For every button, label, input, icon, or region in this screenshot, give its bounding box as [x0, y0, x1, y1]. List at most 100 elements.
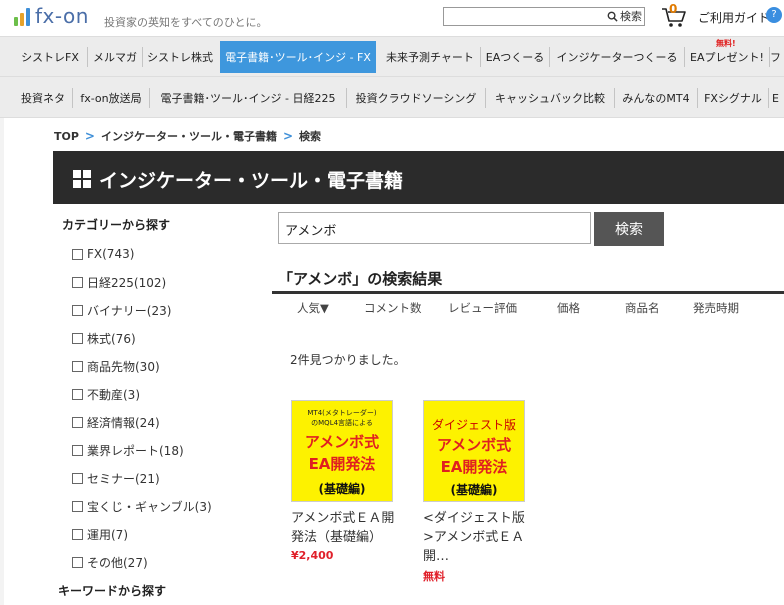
checkbox[interactable] [72, 500, 83, 512]
category-label: FX(743) [87, 247, 135, 261]
breadcrumb: TOP > インジケーター・ツール・電子書籍 > 検索 [54, 128, 321, 144]
cover-text: MT4(メタトレーダー) [307, 409, 377, 417]
category-item[interactable]: 日経225(102) [72, 268, 262, 296]
cover-title: EA開発法 [440, 458, 508, 476]
search-icon [607, 11, 618, 22]
header-search-button[interactable]: 検索 [607, 9, 642, 24]
checkbox[interactable] [72, 304, 83, 316]
product-cover[interactable]: ダイジェスト版 アメンボ式 EA開発法 (基礎編) [423, 400, 525, 502]
category-label: 宝くじ・ギャンブル(3) [87, 499, 212, 514]
category-item[interactable]: バイナリー(23) [72, 296, 262, 324]
product-name[interactable]: アメンボ式ＥＡ開発法（基礎編） [291, 509, 395, 547]
keyword-search-button[interactable]: 検索 [594, 212, 664, 246]
category-label: バイナリー(23) [87, 303, 172, 318]
cover-title: アメンボ式 [304, 433, 380, 451]
product-price: ¥2,400 [291, 549, 334, 562]
cover-text: のMQL4言語による [311, 419, 373, 427]
category-item[interactable]: 宝くじ・ギャンブル(3) [72, 492, 262, 520]
cover-title: アメンボ式 [436, 436, 512, 454]
category-label: その他(27) [87, 555, 148, 570]
category-item[interactable]: 経済情報(24) [72, 408, 262, 436]
chevron-right-icon: > [84, 129, 95, 143]
site-header: fx-on 投資家の英知をすべてのひとに。 検索 0 ご利用ガイド ? [0, 0, 784, 36]
nav-ea-tsukuru[interactable]: EAつくーる [481, 41, 549, 73]
cover-text: ダイジェスト版 [431, 418, 516, 432]
left-edge-strip [0, 118, 4, 605]
nav-systrade-fx[interactable]: シストレFX [14, 41, 86, 73]
secondary-nav: 投資ネタ fx-on放送局 電子書籍･ツール･インジ - 日経225 投資クラウ… [0, 76, 784, 118]
keyword-heading: キーワードから探す [58, 584, 167, 598]
category-label: 日経225(102) [87, 275, 167, 290]
category-item[interactable]: 商品先物(30) [72, 352, 262, 380]
category-label: 不動産(3) [87, 387, 140, 402]
keyword-search-input[interactable]: アメンボ [278, 212, 591, 244]
checkbox[interactable] [72, 528, 83, 540]
cart-count: 0 [669, 2, 678, 16]
category-item[interactable]: 不動産(3) [72, 380, 262, 408]
page-title-bar: インジケーター・ツール・電子書籍 [53, 151, 784, 204]
nav-toushi-neta[interactable]: 投資ネタ [14, 82, 72, 114]
nav-crowdsourcing[interactable]: 投資クラウドソーシング [347, 82, 485, 114]
page-title: インジケーター・ツール・電子書籍 [99, 170, 404, 192]
product-card[interactable]: ダイジェスト版 アメンボ式 EA開発法 (基礎編) <ダイジェスト版>アメンボ式… [423, 400, 533, 584]
site-logo[interactable]: fx-on [14, 6, 89, 26]
category-label: 商品先物(30) [87, 359, 160, 374]
help-icon[interactable]: ? [766, 7, 782, 23]
checkbox[interactable] [72, 332, 83, 344]
grid-icon [73, 170, 91, 188]
checkbox[interactable] [72, 472, 83, 484]
product-name[interactable]: <ダイジェスト版>アメンボ式ＥＡ開… [423, 509, 527, 566]
header-search-input[interactable]: 検索 [443, 7, 645, 26]
nav-systrade-stock[interactable]: シストレ株式 [143, 41, 217, 73]
checkbox[interactable] [72, 444, 83, 456]
cover-subtitle: (基礎編) [450, 483, 498, 497]
primary-nav: シストレFX メルマガ シストレ株式 電子書籍･ツール･インジ - FX 未来予… [0, 36, 784, 76]
guide-link[interactable]: ご利用ガイド [698, 9, 770, 26]
category-item[interactable]: 業界レポート(18) [72, 436, 262, 464]
site-tagline: 投資家の英知をすべてのひとに。 [104, 16, 268, 29]
results-count: 2件見つかりました。 [290, 353, 406, 367]
nav-fxon-broadcast[interactable]: fx-on放送局 [73, 82, 149, 114]
checkbox[interactable] [72, 360, 83, 372]
nav-forecast-chart[interactable]: 未来予測チャート [380, 41, 480, 73]
sort-comments[interactable]: コメント数 [364, 300, 422, 316]
checkbox[interactable] [72, 248, 83, 260]
category-item[interactable]: 運用(7) [72, 520, 262, 548]
sort-price[interactable]: 価格 [557, 300, 580, 316]
category-item[interactable]: FX(743) [72, 240, 262, 268]
nav-more[interactable]: フ [770, 41, 784, 73]
sort-name[interactable]: 商品名 [625, 300, 660, 316]
product-card[interactable]: MT4(メタトレーダー) のMQL4言語による アメンボ式 EA開発法 (基礎編… [291, 400, 401, 562]
product-price: 無料 [423, 570, 445, 583]
category-label: 業界レポート(18) [87, 443, 184, 458]
category-item[interactable]: 株式(76) [72, 324, 262, 352]
sort-review[interactable]: レビュー評価 [448, 300, 517, 316]
nav-more-2[interactable]: E [772, 82, 784, 114]
breadcrumb-current: 検索 [299, 130, 322, 143]
checkbox[interactable] [72, 276, 83, 288]
nav-cashback[interactable]: キャッシュバック比較 [486, 82, 614, 114]
sort-release[interactable]: 発売時期 [693, 300, 739, 316]
logo-text: fx-on [35, 4, 89, 28]
cart-button[interactable]: 0 [661, 2, 687, 29]
nav-mailmag[interactable]: メルマガ [88, 41, 142, 73]
checkbox[interactable] [72, 556, 83, 568]
category-label: セミナー(21) [87, 471, 160, 486]
category-item[interactable]: セミナー(21) [72, 464, 262, 492]
nav-ebooks-fx[interactable]: 電子書籍･ツール･インジ - FX [220, 41, 376, 73]
breadcrumb-category[interactable]: インジケーター・ツール・電子書籍 [101, 128, 277, 144]
results-title: 「アメンボ」の検索結果 [278, 270, 443, 288]
nav-ea-present[interactable]: EAプレゼント! [685, 41, 769, 73]
category-list: FX(743) 日経225(102) バイナリー(23) 株式(76) 商品先物… [72, 240, 262, 576]
nav-mt4[interactable]: みんなのMT4 [615, 82, 697, 114]
product-cover[interactable]: MT4(メタトレーダー) のMQL4言語による アメンボ式 EA開発法 (基礎編… [291, 400, 393, 502]
sort-popular[interactable]: 人気▼ [297, 300, 329, 316]
category-label: 株式(76) [87, 331, 136, 346]
breadcrumb-top[interactable]: TOP [54, 130, 79, 143]
nav-fx-signal[interactable]: FXシグナル [698, 82, 768, 114]
nav-indicator-tsukuru[interactable]: インジケーターつくーる [550, 41, 684, 73]
category-item[interactable]: その他(27) [72, 548, 262, 576]
checkbox[interactable] [72, 388, 83, 400]
nav-ebooks-nikkei[interactable]: 電子書籍･ツール･インジ - 日経225 [150, 82, 346, 114]
checkbox[interactable] [72, 416, 83, 428]
